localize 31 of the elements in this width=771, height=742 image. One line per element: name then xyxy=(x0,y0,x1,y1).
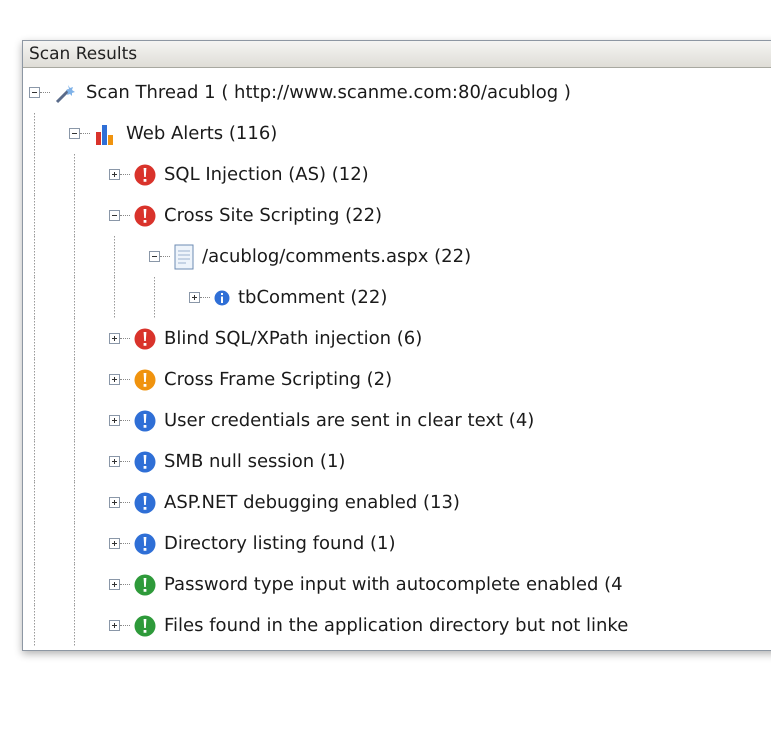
tree-item[interactable]: Blind SQL/XPath injection (6) xyxy=(164,328,422,349)
expand-toggle[interactable] xyxy=(109,415,120,426)
tree-item[interactable]: Web Alerts (116) xyxy=(126,123,278,144)
tree-item[interactable]: Scan Thread 1 ( http://www.scanme.com:80/acublog ) xyxy=(86,82,571,103)
expand-toggle[interactable] xyxy=(109,169,120,180)
collapse-toggle[interactable] xyxy=(29,87,40,98)
expand-toggle[interactable] xyxy=(189,292,200,303)
expand-toggle[interactable] xyxy=(109,333,120,344)
collapse-toggle[interactable] xyxy=(109,210,120,221)
expand-toggle[interactable] xyxy=(109,538,120,549)
expand-toggle[interactable] xyxy=(109,374,120,385)
tree-item[interactable]: Files found in the application directory but not linke xyxy=(164,615,628,636)
expand-toggle[interactable] xyxy=(109,579,120,590)
tree-item[interactable]: SQL Injection (AS) (12) xyxy=(164,164,369,185)
tree-item[interactable]: SMB null session (1) xyxy=(164,451,346,472)
info-icon xyxy=(214,290,230,306)
tree-item[interactable]: User credentials are sent in clear text (4) xyxy=(164,410,534,431)
tree-item[interactable]: Directory listing found (1) xyxy=(164,533,396,554)
tree-item[interactable]: Cross Site Scripting (22) xyxy=(164,205,382,226)
expand-toggle[interactable] xyxy=(109,620,120,631)
expand-toggle[interactable] xyxy=(109,456,120,467)
tree-item[interactable]: tbComment (22) xyxy=(238,287,388,308)
collapse-toggle[interactable] xyxy=(149,251,160,262)
tree-item[interactable]: Password type input with autocomplete enabled (4 xyxy=(164,574,623,595)
panel-title: Scan Results xyxy=(23,41,771,68)
expand-toggle[interactable] xyxy=(109,497,120,508)
collapse-toggle[interactable] xyxy=(69,128,80,139)
tree-item[interactable]: /acublog/comments.aspx (22) xyxy=(202,246,472,267)
document-icon xyxy=(174,244,194,270)
tree-item[interactable]: ASP.NET debugging enabled (13) xyxy=(164,492,460,513)
tree-item[interactable]: Cross Frame Scripting (2) xyxy=(164,369,392,390)
